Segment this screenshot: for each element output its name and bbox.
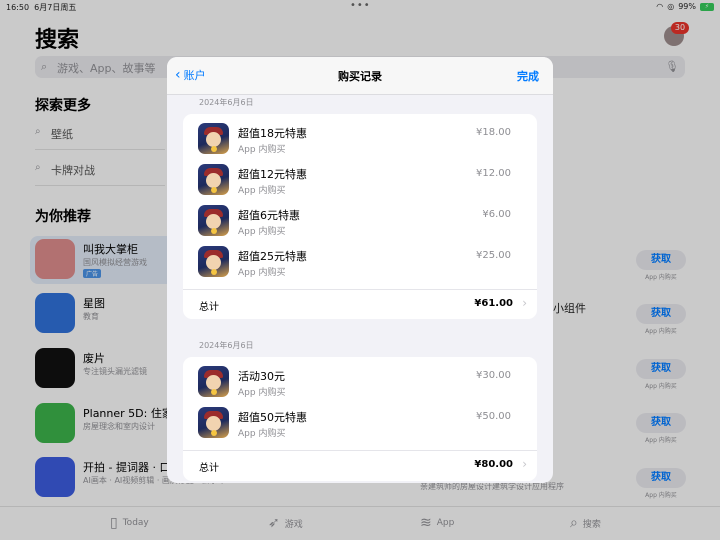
game-app-icon [198,246,229,277]
purchase-group: 超值18元特惠 App 内购买 ¥18.00 超值12元特惠 App 内购买 ¥… [183,114,537,319]
total-row[interactable]: 总计 ¥80.00 › [183,450,537,480]
purchase-group: 活动30元 App 内购买 ¥30.00 超值50元特惠 App 内购买 ¥50… [183,357,537,481]
total-value: ¥80.00 [474,459,513,470]
item-name: 超值18元特惠 [238,127,307,140]
total-label: 总计 [199,302,219,313]
item-type: App 内购买 [238,388,286,398]
item-name: 超值12元特惠 [238,168,307,181]
item-name: 超值25元特惠 [238,250,307,263]
chevron-right-icon: › [522,457,527,471]
chevron-right-icon: › [522,296,527,310]
item-name: 超值50元特惠 [238,411,307,424]
game-app-icon [198,366,229,397]
game-app-icon [198,407,229,438]
total-row[interactable]: 总计 ¥61.00 › [183,289,537,319]
game-app-icon [198,164,229,195]
game-app-icon [198,123,229,154]
purchase-item[interactable]: 超值25元特惠 App 内购买 ¥25.00 [183,241,537,282]
game-app-icon [198,205,229,236]
purchase-item[interactable]: 超值18元特惠 App 内购买 ¥18.00 [183,118,537,159]
purchase-history-sheet: ‹ 账户 购买记录 完成 2024年6月6日 超值18元特惠 App 内购买 ¥… [167,57,553,483]
section-date: 2024年6月6日 [199,341,254,350]
item-price: ¥50.00 [476,411,511,422]
purchase-item[interactable]: 超值12元特惠 App 内购买 ¥12.00 [183,159,537,200]
done-button[interactable]: 完成 [517,68,539,84]
total-label: 总计 [199,463,219,474]
item-type: App 内购买 [238,186,286,196]
total-value: ¥61.00 [474,298,513,309]
purchase-item[interactable]: 活动30元 App 内购买 ¥30.00 [183,361,537,402]
item-price: ¥12.00 [476,168,511,179]
item-type: App 内购买 [238,145,286,155]
item-price: ¥6.00 [482,209,511,220]
sheet-title: 购买记录 [338,70,382,83]
item-price: ¥18.00 [476,127,511,138]
item-name: 超值6元特惠 [238,209,300,222]
item-price: ¥25.00 [476,250,511,261]
section-date: 2024年6月6日 [199,98,254,107]
sheet-nav-bar: ‹ 账户 购买记录 完成 [167,57,553,95]
item-type: App 内购买 [238,227,286,237]
item-type: App 内购买 [238,429,286,439]
item-type: App 内购买 [238,268,286,278]
purchase-item[interactable]: 超值50元特惠 App 内购买 ¥50.00 [183,402,537,443]
purchase-item[interactable]: 超值6元特惠 App 内购买 ¥6.00 [183,200,537,241]
item-name: 活动30元 [238,370,285,383]
item-price: ¥30.00 [476,370,511,381]
